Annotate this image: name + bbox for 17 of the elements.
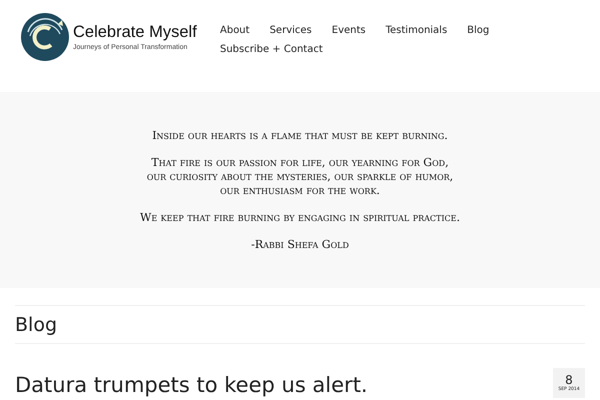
nav-link[interactable]: Subscribe + Contact [220, 40, 323, 59]
quote-line: That fire is our passion for life, our yearning for God, [151, 156, 449, 170]
nav-link[interactable]: Testimonials [386, 21, 448, 40]
quote-line: -Rabbi Shefa Gold [251, 238, 349, 252]
site-title[interactable]: Celebrate Myself [73, 23, 197, 42]
nav-link[interactable]: Events [332, 21, 366, 40]
nav-link[interactable]: Services [270, 21, 312, 40]
date-day: 8 [565, 374, 573, 386]
post-title[interactable]: Datura trumpets to keep us alert. [15, 372, 368, 398]
nav-link[interactable]: Blog [467, 21, 490, 40]
logo-icon [20, 12, 70, 62]
nav-link[interactable]: About [220, 21, 250, 40]
quote-line: We keep that fire burning by engaging in spiritual practice. [140, 210, 460, 224]
quote-line: Inside our hearts is a flame that must be kept burning. [152, 128, 448, 142]
section-title: Blog [14, 313, 58, 338]
quote-line: our curiosity about the mysteries, our sparkle of humor, [146, 170, 454, 184]
quote-line: our enthusiasm for the work. [220, 184, 380, 198]
